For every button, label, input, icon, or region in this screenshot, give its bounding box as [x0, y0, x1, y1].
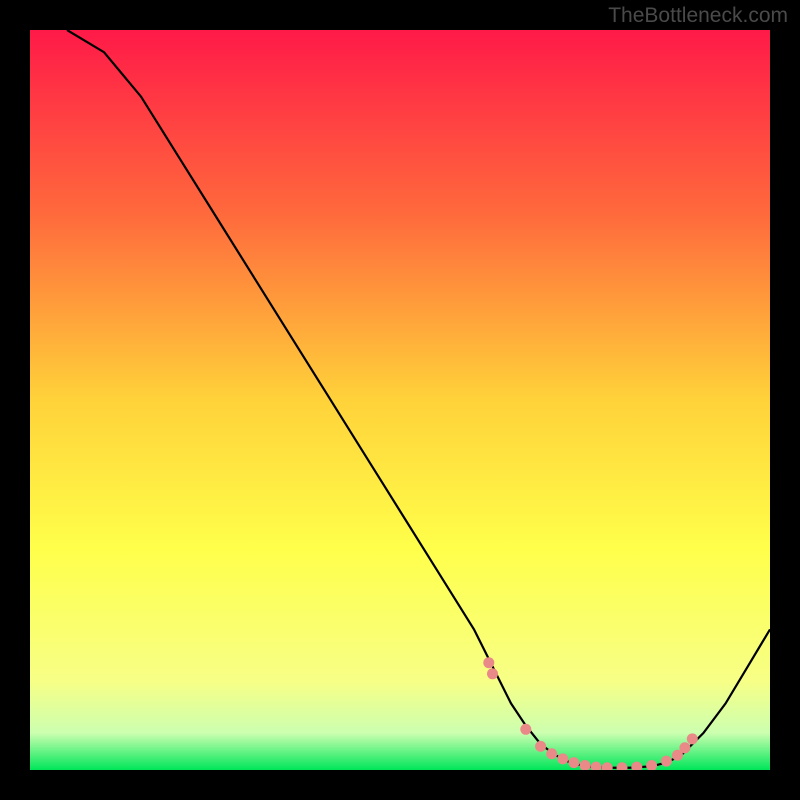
chart-svg	[30, 30, 770, 770]
highlight-point	[661, 756, 672, 767]
chart-container: TheBottleneck.com	[0, 0, 800, 800]
highlight-point	[568, 757, 579, 768]
plot-area	[30, 30, 770, 770]
highlight-point	[483, 657, 494, 668]
highlight-point	[546, 748, 557, 759]
highlight-point	[520, 724, 531, 735]
highlight-point	[687, 733, 698, 744]
highlight-point	[535, 741, 546, 752]
highlight-point	[679, 742, 690, 753]
highlight-point	[557, 753, 568, 764]
highlight-point	[487, 668, 498, 679]
watermark-text: TheBottleneck.com	[608, 4, 788, 28]
gradient-background	[30, 30, 770, 770]
